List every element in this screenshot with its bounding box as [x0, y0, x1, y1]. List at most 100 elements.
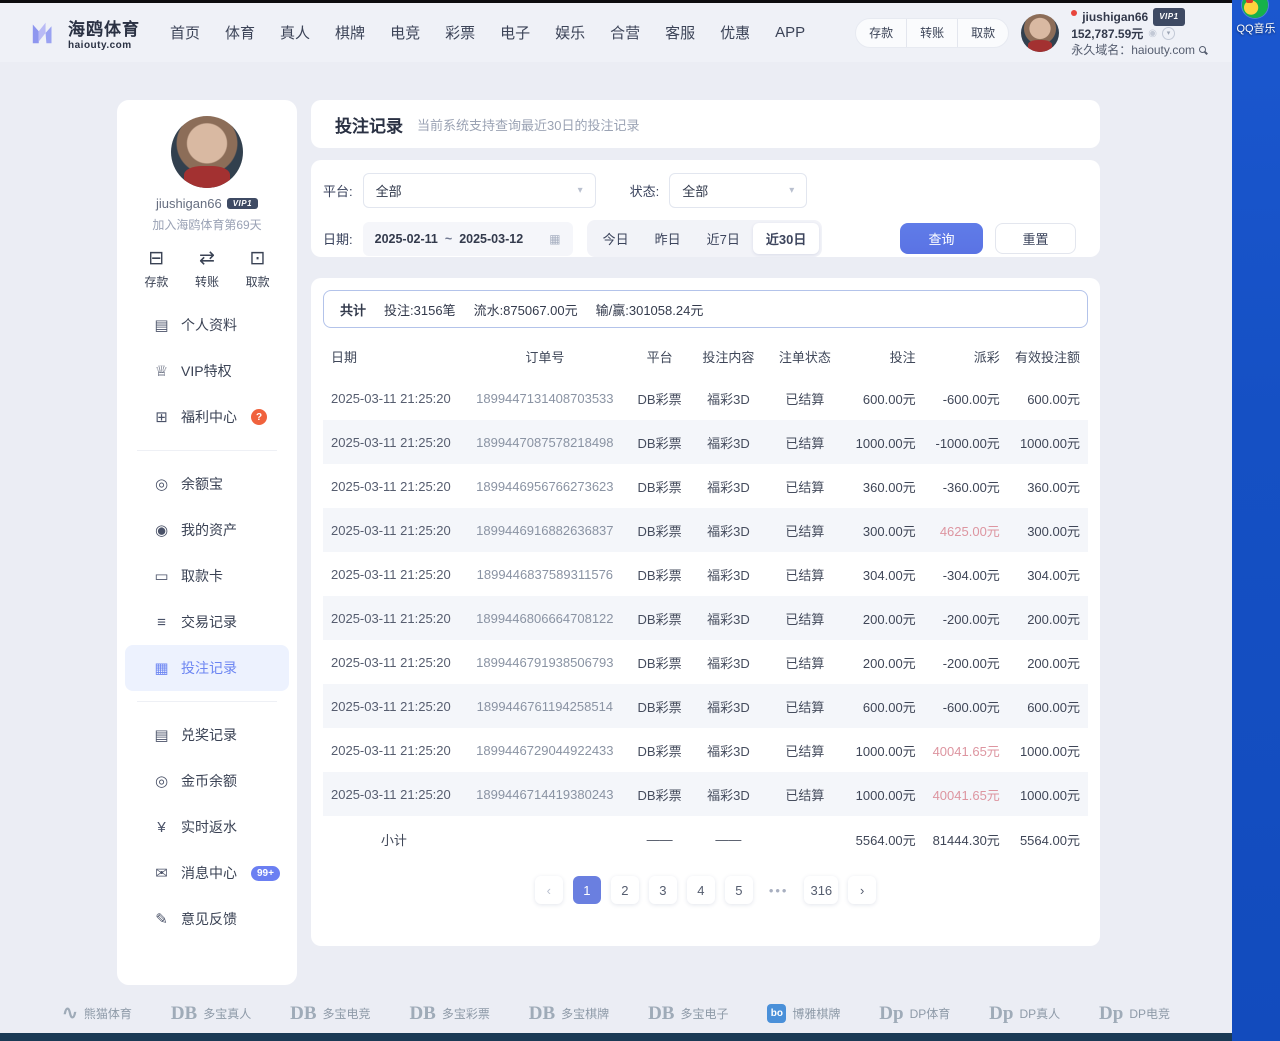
partner-logo[interactable]: DB 多宝电竞	[290, 1004, 370, 1023]
status-select[interactable]: 全部 ▾	[669, 173, 807, 208]
wallet-action-button[interactable]: 转账	[906, 19, 957, 47]
wallet-action-button[interactable]: 存款	[856, 19, 906, 47]
partner-logo[interactable]: bo 博雅棋牌	[767, 1004, 840, 1023]
pagination-page-button[interactable]: 3	[649, 876, 677, 904]
partner-logo[interactable]: DB 多宝真人	[171, 1004, 251, 1023]
pagination-page-button[interactable]: 316	[804, 876, 838, 904]
pagination-prev-button[interactable]: ‹	[535, 876, 563, 904]
cell-content: 福彩3D	[690, 785, 767, 804]
user-info-block[interactable]: jiushigan66 VIP1 152,787.59元 ◉ ▾ 永久域名：ha…	[1071, 8, 1206, 58]
cell-content: 福彩3D	[690, 565, 767, 584]
quick-action-label: 取款	[246, 273, 270, 290]
pagination-page-button[interactable]: 2	[611, 876, 639, 904]
nav-item[interactable]: 彩票	[445, 22, 475, 43]
cell-platform: DB彩票	[629, 565, 690, 584]
pagination-page-button[interactable]: •••	[763, 876, 795, 904]
partner-logo[interactable]: DB 多宝棋牌	[529, 1004, 609, 1023]
nav-item[interactable]: 合营	[610, 22, 640, 43]
cell-order-number: 1899447131408703533	[461, 391, 629, 406]
search-icon[interactable]	[1199, 46, 1206, 53]
bet-records-card: 共计 投注:3156笔 流水:875067.00元 输/赢:301058.24元…	[311, 278, 1100, 946]
quick-range-button[interactable]: 近7日	[694, 223, 753, 254]
platform-select[interactable]: 全部 ▾	[363, 173, 596, 208]
sidebar-menu-item[interactable]: ▭ 取款卡	[125, 553, 289, 599]
cell-status: 已结算	[767, 653, 844, 672]
nav-item[interactable]: 电子	[500, 22, 530, 43]
reset-button[interactable]: 重置	[995, 223, 1076, 254]
quick-range-button[interactable]: 近30日	[753, 223, 819, 254]
subtotal-row: 小计 —— —— 5564.00元 81444.30元 5564.00元	[323, 816, 1088, 862]
pagination-page-button[interactable]: 4	[687, 876, 715, 904]
quick-range-button[interactable]: 昨日	[642, 223, 694, 254]
sidebar-menu: ▤ 个人资料 ♕ VIP特权 ⊞ 福利中心 ? ◎ 余额宝	[117, 302, 297, 942]
col-header-platform: 平台	[629, 347, 690, 366]
nav-item[interactable]: 客服	[665, 22, 695, 43]
partner-logo-icon: Dp	[989, 1004, 1013, 1023]
sidebar-menu-item[interactable]: ✎ 意见反馈	[125, 896, 289, 942]
cell-status: 已结算	[767, 741, 844, 760]
balance-amount: 152,787.59元	[1071, 26, 1143, 42]
partner-logo-name: DP电竞	[1129, 1005, 1170, 1022]
nav-item[interactable]: 娱乐	[555, 22, 585, 43]
quick-range-button[interactable]: 今日	[590, 223, 642, 254]
cell-valid-bet: 200.00元	[1004, 653, 1088, 672]
quick-action-button[interactable]: ⊟ 存款	[144, 249, 168, 290]
subtotal-content: ——	[690, 832, 767, 847]
sidebar-menu-item[interactable]: ✉ 消息中心 99+	[125, 850, 289, 896]
chevron-down-icon[interactable]: ▾	[1162, 27, 1175, 40]
cell-bet: 200.00元	[843, 609, 920, 628]
sidebar-menu-item[interactable]: ≡ 交易记录	[125, 599, 289, 645]
sidebar-menu-item[interactable]: ¥ 实时返水	[125, 804, 289, 850]
partner-logo[interactable]: Dp DP真人	[989, 1004, 1060, 1023]
eye-icon[interactable]: ◉	[1148, 26, 1157, 42]
cell-platform: DB彩票	[629, 433, 690, 452]
pagination-page-button[interactable]: 1	[573, 876, 601, 904]
partner-logo[interactable]: DB 多宝电子	[648, 1004, 728, 1023]
wallet-action-button[interactable]: 取款	[957, 19, 1008, 47]
sidebar-menu-item[interactable]: ♕ VIP特权	[125, 348, 289, 394]
nav-item[interactable]: 优惠	[720, 22, 750, 43]
partner-logo[interactable]: DB 多宝彩票	[409, 1004, 489, 1023]
nav-item[interactable]: 体育	[225, 22, 255, 43]
platform-value: 全部	[376, 181, 402, 200]
sidebar-menu-item[interactable]: ◉ 我的资产	[125, 507, 289, 553]
nav-item[interactable]: 真人	[280, 22, 310, 43]
filter-buttons: 查询 重置	[900, 223, 1088, 254]
nav-item[interactable]: 电竞	[390, 22, 420, 43]
nav-item[interactable]: 首页	[170, 22, 200, 43]
qq-music-desktop-icon[interactable]	[1242, 0, 1268, 18]
sidebar-menu-item[interactable]: ⊞ 福利中心 ?	[125, 394, 289, 440]
menu-item-icon: ◎	[153, 772, 170, 790]
sidebar-menu-item[interactable]: ▤ 兑奖记录	[125, 712, 289, 758]
menu-item-icon: ✎	[153, 910, 170, 928]
cell-order-number: 1899446729044922433	[461, 743, 629, 758]
partner-logo[interactable]: Dp DP体育	[879, 1004, 950, 1023]
table-body: 2025-03-11 21:25:20 1899447131408703533 …	[323, 376, 1088, 816]
brand-logo[interactable]: 海鸥体育 haiouty.com	[26, 15, 140, 51]
sidebar-menu-item[interactable]: ◎ 余额宝	[125, 461, 289, 507]
quick-action-button[interactable]: ⇄ 转账	[195, 249, 219, 290]
profile-avatar[interactable]	[171, 116, 243, 188]
search-button[interactable]: 查询	[900, 223, 983, 254]
user-avatar[interactable]	[1021, 14, 1059, 52]
sidebar-menu-item[interactable]: ▦ 投注记录	[125, 645, 289, 691]
nav-item[interactable]: APP	[775, 24, 805, 41]
sidebar-menu-item[interactable]: ▤ 个人资料	[125, 302, 289, 348]
quick-action-icon: ⊟	[148, 249, 164, 269]
avatar-image	[171, 116, 243, 188]
cell-payout: 40041.65元	[920, 785, 1004, 804]
partner-logo[interactable]: Dp DP电竞	[1099, 1004, 1170, 1023]
cell-status: 已结算	[767, 433, 844, 452]
quick-action-button[interactable]: ⊡ 取款	[246, 249, 270, 290]
menu-item-label: 福利中心	[181, 407, 237, 427]
desktop-background: QQ音乐	[1232, 0, 1280, 1041]
table-row: 2025-03-11 21:25:20 1899446791938506793 …	[323, 640, 1088, 684]
sidebar-menu-item[interactable]: ◎ 金币余额	[125, 758, 289, 804]
partner-logo[interactable]: ∿ 熊猫体育	[62, 1004, 132, 1023]
date-range-picker[interactable]: 2025-02-11 ~ 2025-03-12 ▦	[363, 222, 573, 256]
nav-item[interactable]: 棋牌	[335, 22, 365, 43]
pagination-next-button[interactable]: ›	[848, 876, 876, 904]
cell-bet: 304.00元	[843, 565, 920, 584]
pagination-page-button[interactable]: 5	[725, 876, 753, 904]
menu-item-icon: ▦	[153, 659, 170, 677]
